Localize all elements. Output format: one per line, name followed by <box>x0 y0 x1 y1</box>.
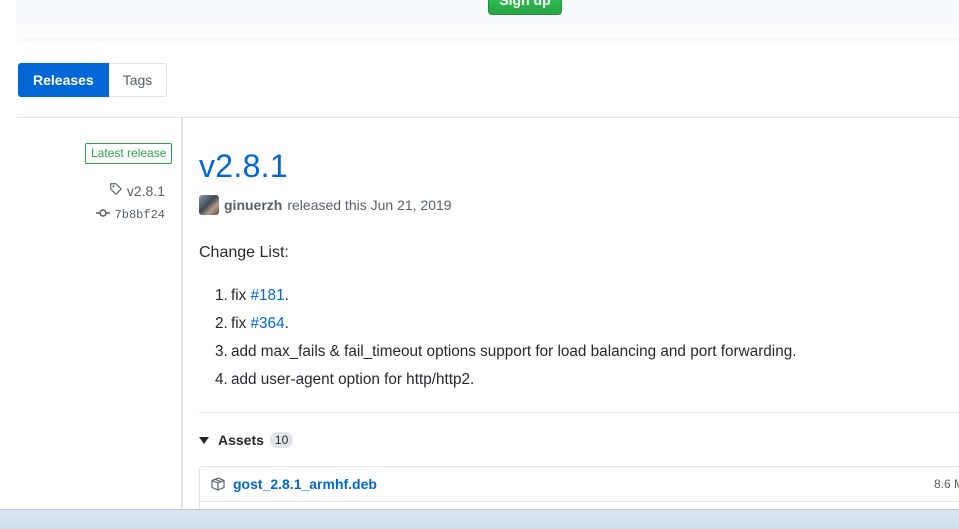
commit-sha: 7b8bf24 <box>114 208 165 222</box>
asset-row: gost_2.8.1_armhf.deb 8.6 MB <box>200 467 959 502</box>
asset-download-link[interactable]: gost_2.8.1_armhf.deb <box>233 476 377 492</box>
avatar[interactable] <box>199 195 219 215</box>
list-item-number: 3. <box>215 343 228 360</box>
triangle-down-icon <box>199 436 209 444</box>
tab-tags[interactable]: Tags <box>108 63 168 97</box>
release-subnav: Releases Tags <box>18 63 168 97</box>
list-item-suffix: . <box>284 287 289 304</box>
change-list: 1. fix #181 . 2. fix #364 . 3. add max_f… <box>215 282 796 394</box>
list-item-suffix: . <box>284 315 289 332</box>
changes-heading: Change List: <box>199 244 289 261</box>
latest-release-badge: Latest release <box>85 143 173 164</box>
release-page: Sign up Releases Tags Latest release v2.… <box>0 0 959 529</box>
assets-count-badge: 10 <box>269 432 294 448</box>
list-item-text: fix <box>231 315 251 332</box>
release-author-line: ginuerzh released this Jun 21, 2019 <box>199 195 452 215</box>
released-date-text: released this Jun 21, 2019 <box>287 197 452 213</box>
list-item-text: add user-agent option for http/http2. <box>231 371 475 388</box>
list-item-number: 2. <box>215 315 228 332</box>
assets-label: Assets <box>218 432 264 448</box>
assets-divider <box>199 412 959 413</box>
window-bottom-bar <box>0 509 959 529</box>
author-name[interactable]: ginuerzh <box>224 197 282 213</box>
release-tag[interactable]: v2.8.1 <box>109 182 165 199</box>
signup-button[interactable]: Sign up <box>488 0 562 15</box>
list-item: 2. fix #364 . <box>215 310 796 338</box>
timeline-line <box>181 118 183 529</box>
assets-toggle[interactable]: Assets 10 <box>199 432 294 448</box>
release-tag-label: v2.8.1 <box>126 182 165 199</box>
tag-icon <box>109 182 123 199</box>
release-commit[interactable]: 7b8bf24 <box>95 208 165 222</box>
list-item: 1. fix #181 . <box>215 282 796 310</box>
list-item: 4. add user-agent option for http/http2. <box>215 366 796 394</box>
signup-banner: Sign up <box>17 0 959 39</box>
section-divider <box>17 117 959 118</box>
git-commit-icon <box>95 208 110 222</box>
list-item-text: fix <box>231 287 251 304</box>
list-item-number: 1. <box>215 287 228 304</box>
issue-link[interactable]: #181 <box>251 282 285 310</box>
list-item-text: add max_fails & fail_timeout options sup… <box>231 343 797 360</box>
release-title[interactable]: v2.8.1 <box>199 148 288 185</box>
issue-link[interactable]: #364 <box>251 310 285 338</box>
list-item: 3. add max_fails & fail_timeout options … <box>215 338 796 366</box>
asset-size: 8.6 MB <box>934 477 959 491</box>
tab-releases[interactable]: Releases <box>18 63 109 97</box>
list-item-number: 4. <box>215 371 228 388</box>
package-icon <box>210 476 226 492</box>
